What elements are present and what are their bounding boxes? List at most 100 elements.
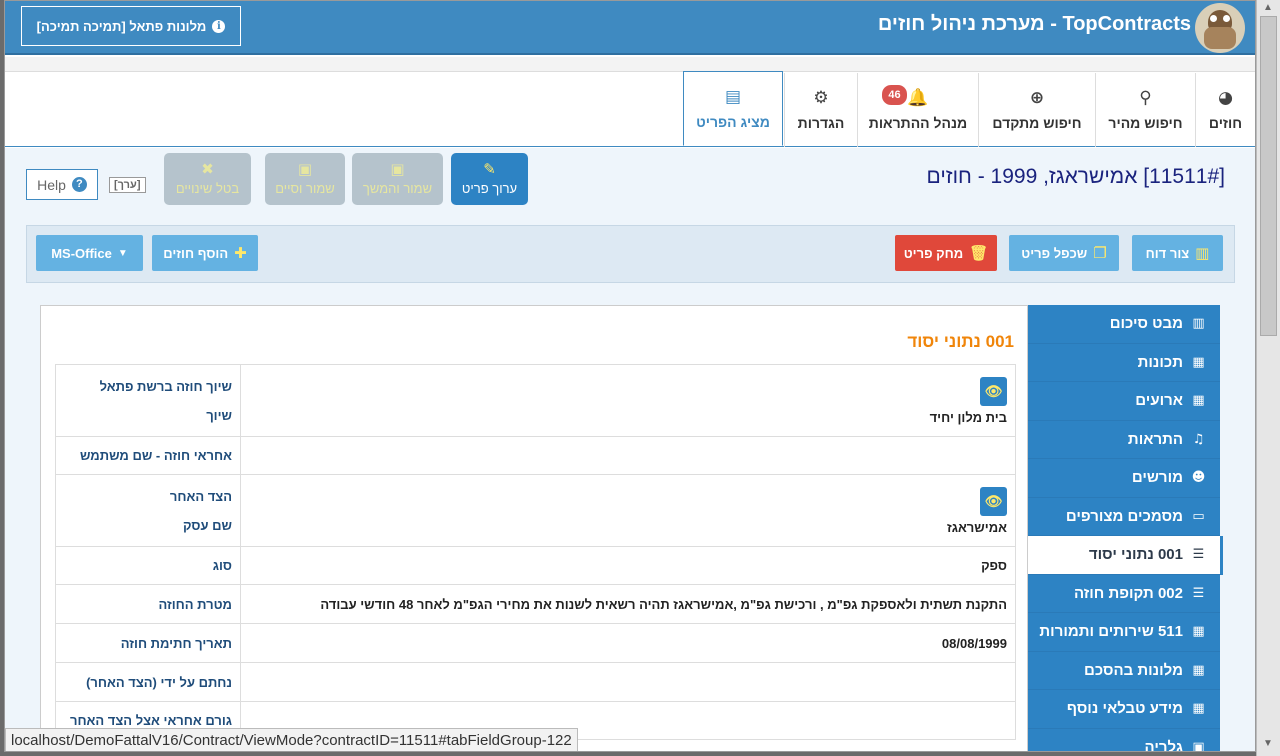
field-value: אמישראגז — [946, 519, 1007, 535]
close-icon: ✖ — [201, 160, 214, 178]
edit-icon: ✎ — [483, 160, 496, 178]
scroll-up-icon[interactable]: ▲ — [1263, 2, 1273, 13]
sidebar-item-attachments[interactable]: ▭ מסמכים מצורפים — [1028, 497, 1220, 536]
field-row: סוג ספק — [55, 546, 1016, 585]
section-title: 001 נתוני יסוד — [907, 332, 1014, 351]
sidebar-item-label: 511 שירותים ותמורות — [1039, 623, 1183, 641]
tab-advanced-search[interactable]: ⊕ חיפוש מתקדם — [978, 73, 1095, 147]
contract-content: 001 נתוני יסוד שיוך חוזה ברשת פתאל שיוך 👁… — [40, 305, 1223, 752]
sidebar-item-label: ארועים — [1135, 392, 1183, 410]
header-spacer — [5, 57, 1255, 72]
save-close-button[interactable]: ▣ שמור וסיים — [265, 153, 345, 205]
add-contracts-button[interactable]: הוסף חוזים ✚ — [152, 235, 258, 271]
list-icon: ☰ — [1192, 547, 1205, 563]
sidebar-item-label: 002 תקופת חוזה — [1073, 584, 1183, 602]
edit-mode-label: [ערך] — [109, 177, 146, 193]
tab-label: מנהל ההתראות — [868, 115, 968, 131]
cancel-changes-label: בטל שינויים — [175, 181, 240, 196]
item-toolbar: צור דוח ▥ שכפל פריט ❐ מחק פריט 🗑 הוסף חו… — [26, 225, 1235, 283]
list-icon: ☰ — [1192, 585, 1205, 601]
section-sidebar: ▥ מבט סיכום ▦ תכונות ▦ ארועים ♫ התראות ☻ מורש… — [1028, 305, 1223, 752]
page-scrollbar[interactable]: ▲ ▼ — [1256, 0, 1280, 756]
create-report-button[interactable]: צור דוח ▥ — [1132, 235, 1223, 271]
status-url-bar: localhost/DemoFattalV16/Contract/ViewMod… — [5, 728, 578, 751]
save-close-label: שמור וסיים — [275, 181, 335, 196]
scroll-down-icon[interactable]: ▼ — [1263, 738, 1273, 749]
eye-icon[interactable]: 👁 — [980, 486, 1007, 516]
sidebar-item-gallery[interactable]: ▣ גלריה — [1028, 728, 1220, 752]
account-button[interactable]: i מלונות פתאל [תמיכה תמיכה] — [21, 6, 241, 46]
dashboard-icon: ◕ — [1218, 88, 1233, 108]
ms-office-dropdown[interactable]: MS-Office ▼ — [36, 235, 143, 271]
tab-settings[interactable]: ⚙ הגדרות — [784, 73, 857, 147]
main-tabs: ◕ חוזים ⚲ חיפוש מהיר ⊕ חיפוש מתקדם 🔔 46 מ… — [5, 71, 1255, 147]
image-icon: ▣ — [1192, 739, 1205, 752]
field-row: מטרת החוזה התקנת תשתית ולאספקת גפ"מ , ור… — [55, 584, 1016, 624]
duplicate-item-button[interactable]: שכפל פריט ❐ — [1009, 235, 1119, 271]
table-icon: ▦ — [1192, 662, 1205, 678]
sidebar-item-permissions[interactable]: ☻ מורשים — [1028, 459, 1220, 498]
search-icon: ⚲ — [1139, 88, 1152, 108]
tab-quick-search[interactable]: ⚲ חיפוש מהיר — [1095, 73, 1195, 147]
save-icon: ▣ — [390, 160, 405, 178]
help-label: Help — [37, 176, 66, 193]
eye-icon[interactable]: 👁 — [980, 376, 1007, 406]
sidebar-item-summary[interactable]: ▥ מבט סיכום — [1028, 305, 1220, 344]
sidebar-item-label: מלונות בהסכם — [1084, 661, 1183, 679]
tab-label: חיפוש מהיר — [1108, 115, 1183, 131]
users-icon: ☻ — [1191, 470, 1206, 486]
save-icon: ▣ — [297, 160, 313, 178]
scrollbar-thumb[interactable] — [1260, 16, 1277, 336]
question-icon: ? — [71, 177, 87, 192]
alerts-count-badge: 46 — [882, 85, 907, 105]
tab-contracts[interactable]: ◕ חוזים — [1195, 73, 1255, 147]
sidebar-item-extra-table[interactable]: ▦ מידע טבלאי נוסף — [1028, 690, 1220, 729]
field-row: אחראי חוזה - שם משתמש — [55, 436, 1016, 475]
fields-table: שיוך חוזה ברשת פתאל שיוך 👁 בית מלון יחיד א… — [55, 364, 1016, 740]
main-content: [11511#] אמישראגז, 1999 - חוזים ✎ ערוך פ… — [5, 148, 1255, 752]
sidebar-item-contract-period[interactable]: ☰ 002 תקופת חוזה — [1028, 574, 1220, 613]
save-continue-label: שמור והמשך — [362, 181, 433, 196]
account-button-label: מלונות פתאל [תמיכה תמיכה] — [36, 18, 207, 34]
sidebar-item-hotels[interactable]: ▦ מלונות בהסכם — [1028, 651, 1220, 690]
zoom-in-icon: ⊕ — [1029, 88, 1045, 108]
table-icon: ▦ — [1192, 701, 1205, 717]
tab-item-viewer[interactable]: ▤ מציג הפריט — [683, 71, 783, 146]
app-title: TopContracts - מערכת ניהול חוזים — [877, 13, 1191, 35]
info-icon: i — [212, 19, 226, 33]
sidebar-item-properties[interactable]: ▦ תכונות — [1028, 343, 1220, 382]
delete-item-button[interactable]: מחק פריט 🗑 — [895, 235, 997, 271]
cancel-changes-button[interactable]: ✖ בטל שינויים — [164, 153, 251, 205]
sidebar-item-basic-data[interactable]: ☰ 001 נתוני יסוד — [1028, 536, 1223, 575]
sidebar-item-label: מידע טבלאי נוסף — [1066, 700, 1183, 718]
save-continue-button[interactable]: ▣ שמור והמשך — [352, 153, 443, 205]
field-value: ספק — [240, 546, 1016, 585]
gear-icon: ⚙ — [813, 88, 829, 108]
field-label: מטרת החוזה — [55, 584, 241, 624]
tab-alerts-manager[interactable]: 🔔 46 מנהל ההתראות — [857, 73, 978, 147]
logo-owl-icon — [1195, 3, 1245, 53]
help-button[interactable]: Help ? — [26, 169, 98, 200]
sidebar-item-label: מורשים — [1131, 469, 1183, 487]
header-bar: TopContracts - מערכת ניהול חוזים i מלונו… — [5, 1, 1255, 55]
sidebar-item-events[interactable]: ▦ ארועים — [1028, 382, 1220, 421]
field-value: התקנת תשתית ולאספקת גפ"מ , ורכישת גפ"מ ,… — [240, 584, 1016, 624]
edit-item-button[interactable]: ✎ ערוך פריט — [451, 153, 528, 205]
sidebar-item-alerts[interactable]: ♫ התראות — [1028, 420, 1220, 459]
bell-icon: 🔔 46 — [882, 85, 929, 107]
field-sublabel: שיוך — [206, 407, 232, 423]
app-window: TopContracts - מערכת ניהול חוזים i מלונו… — [4, 0, 1256, 752]
duplicate-item-label: שכפל פריט — [1021, 245, 1088, 261]
field-label: הצד האחר — [169, 488, 232, 504]
plus-icon: ✚ — [234, 244, 247, 262]
field-row: הצד האחר שם עסק 👁 אמישראגז — [55, 474, 1016, 547]
chevron-down-icon: ▼ — [117, 247, 128, 259]
sidebar-item-services[interactable]: ▦ 511 שירותים ותמורות — [1028, 613, 1220, 652]
field-label: סוג — [55, 546, 241, 585]
field-value — [240, 436, 1016, 475]
table-icon: ▦ — [1192, 624, 1205, 640]
field-label: נחתם על ידי (הצד האחר) — [55, 662, 241, 702]
book-icon: ▤ — [724, 86, 742, 107]
field-row: תאריך חתימת חוזה 08/08/1999 — [55, 623, 1016, 663]
file-icon: ▭ — [1192, 508, 1205, 524]
